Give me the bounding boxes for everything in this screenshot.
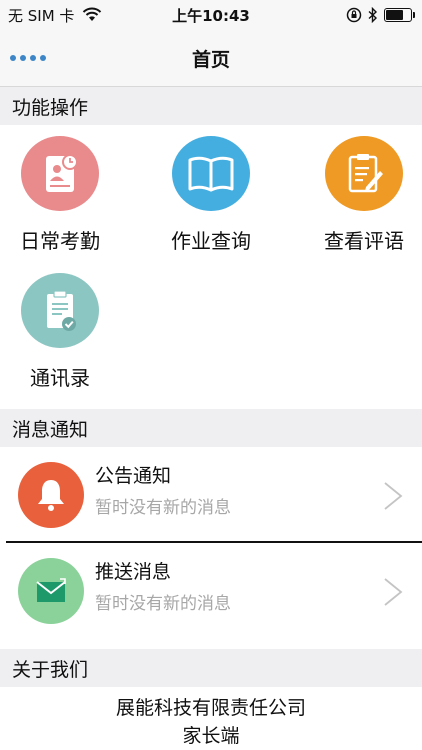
function-homework-query[interactable]: 作业查询: [151, 136, 271, 254]
message-title: 公告通知: [95, 465, 172, 487]
battery-level: [386, 10, 403, 20]
message-row-push[interactable]: 推送消息 暂时没有新的消息: [0, 545, 422, 637]
company-name: 展能科技有限责任公司: [115, 697, 306, 719]
battery-icon: [384, 8, 415, 22]
attendance-icon: [21, 136, 99, 211]
section-header-functions: 功能操作: [0, 87, 422, 125]
bluetooth-icon: [368, 7, 378, 23]
chevron-right-icon: [384, 578, 403, 606]
orientation-lock-icon: [346, 7, 362, 23]
function-label: 查看评语: [324, 229, 404, 253]
message-title: 推送消息: [95, 561, 172, 583]
mail-icon: [18, 558, 84, 624]
function-label: 作业查询: [171, 229, 251, 253]
navigation-bar: 首页: [0, 30, 422, 87]
function-attendance[interactable]: 日常考勤: [0, 136, 120, 254]
bell-icon: [18, 462, 84, 528]
section-header-about: 关于我们: [0, 649, 422, 687]
app-name: 家长端: [182, 725, 240, 747]
row-divider: [6, 541, 422, 543]
function-view-comments[interactable]: 查看评语: [304, 136, 422, 254]
book-icon: [172, 136, 250, 211]
clipboard-pen-icon: [325, 136, 403, 211]
status-bar: 无 SIM 卡 上午10:43: [0, 0, 422, 30]
message-subtitle: 暂时没有新的消息: [95, 498, 231, 518]
page-title: 首页: [191, 48, 230, 71]
function-contacts[interactable]: 通讯录: [0, 273, 120, 391]
function-label: 通讯录: [30, 366, 90, 390]
status-indicators: [346, 0, 415, 30]
section-header-messages: 消息通知: [0, 409, 422, 447]
message-subtitle: 暂时没有新的消息: [95, 594, 231, 614]
message-row-announcements[interactable]: 公告通知 暂时没有新的消息: [0, 449, 422, 541]
contacts-clipboard-icon: [21, 273, 99, 348]
function-label: 日常考勤: [20, 229, 100, 253]
chevron-right-icon: [384, 482, 403, 510]
